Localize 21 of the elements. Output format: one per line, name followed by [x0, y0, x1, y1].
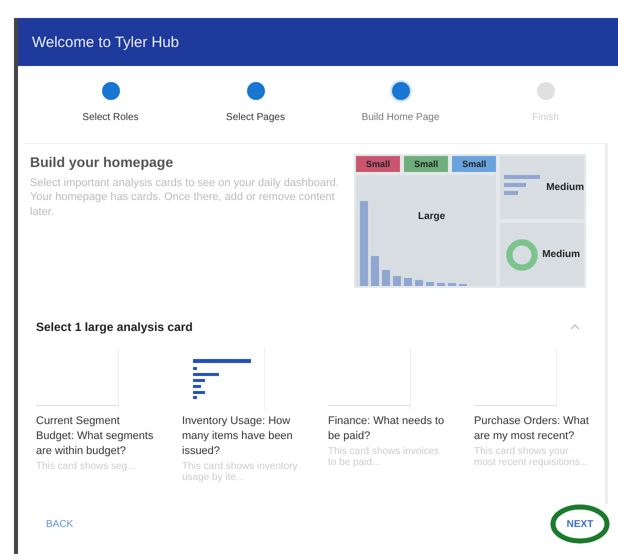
small-tile: Small: [356, 156, 400, 172]
tile-label: Large: [418, 211, 446, 222]
step-label: Build Home Page: [362, 112, 440, 123]
tile-label: Medium: [546, 182, 584, 193]
highlight-circle: [550, 504, 610, 544]
step-label: Select Roles: [82, 112, 139, 123]
collapse-icon[interactable]: [570, 324, 580, 330]
section-heading: Select 1 large analysis card: [36, 320, 193, 334]
description-text: Select important analysis cards to see on your daily dashboard. Your homepage has cards. Once there, add or remove content later.: [30, 176, 340, 219]
card-title: Current Segment Budget: What segments are within budget?: [36, 414, 154, 459]
card-title: Purchase Orders: What are my most recent?: [474, 414, 590, 444]
card-title: Inventory Usage: How many items have been issued?: [182, 414, 294, 459]
section-heading: Build your homepage: [30, 154, 174, 170]
tile-label: Medium: [542, 249, 580, 260]
dialog-title: Welcome to Tyler Hub: [32, 34, 180, 50]
donut-drawing: [504, 236, 540, 272]
card-title: Finance: What needs to be paid?: [328, 414, 446, 444]
step-label: Select Pages: [226, 112, 285, 123]
small-tile: Small: [452, 156, 496, 172]
small-tile: Small: [404, 156, 448, 172]
bar-chart-drawing: [193, 359, 253, 399]
